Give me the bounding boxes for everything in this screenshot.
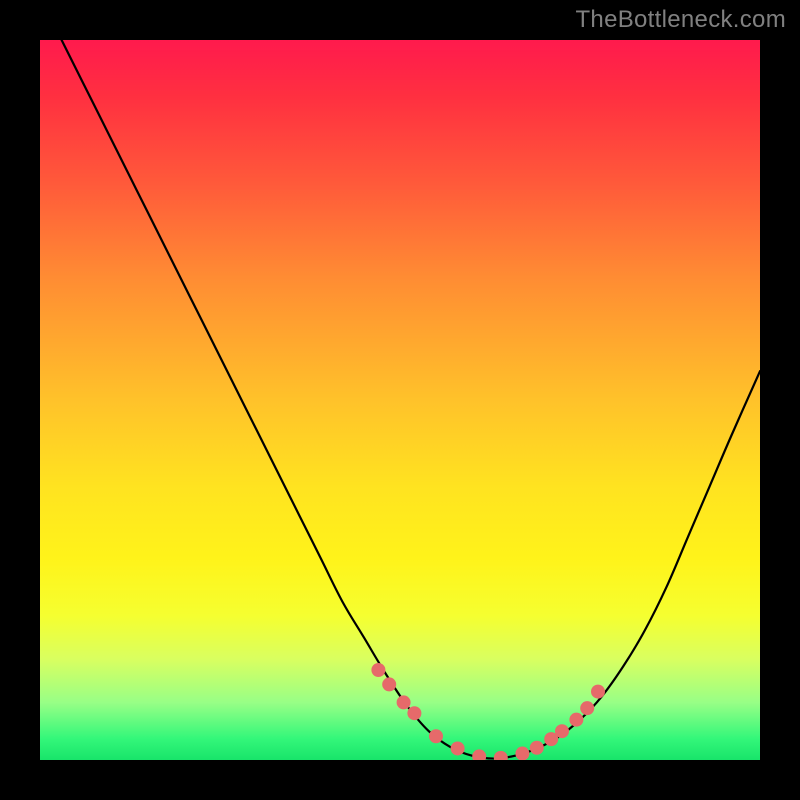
marker-point (397, 695, 411, 709)
marker-point (407, 706, 421, 720)
marker-point (494, 751, 508, 760)
marker-point (569, 713, 583, 727)
marker-point (515, 747, 529, 760)
marker-point (429, 729, 443, 743)
marker-point (580, 701, 594, 715)
marker-point (591, 685, 605, 699)
watermark: TheBottleneck.com (575, 6, 786, 34)
marker-point (451, 741, 465, 755)
marker-point (530, 741, 544, 755)
chart-frame: TheBottleneck.com (0, 0, 800, 800)
marker-point (555, 724, 569, 738)
plot-area (40, 40, 760, 760)
curve-layer (40, 40, 760, 760)
data-markers (371, 663, 605, 760)
marker-point (382, 677, 396, 691)
marker-point (371, 663, 385, 677)
marker-point (472, 749, 486, 760)
bottleneck-curve (40, 40, 760, 759)
